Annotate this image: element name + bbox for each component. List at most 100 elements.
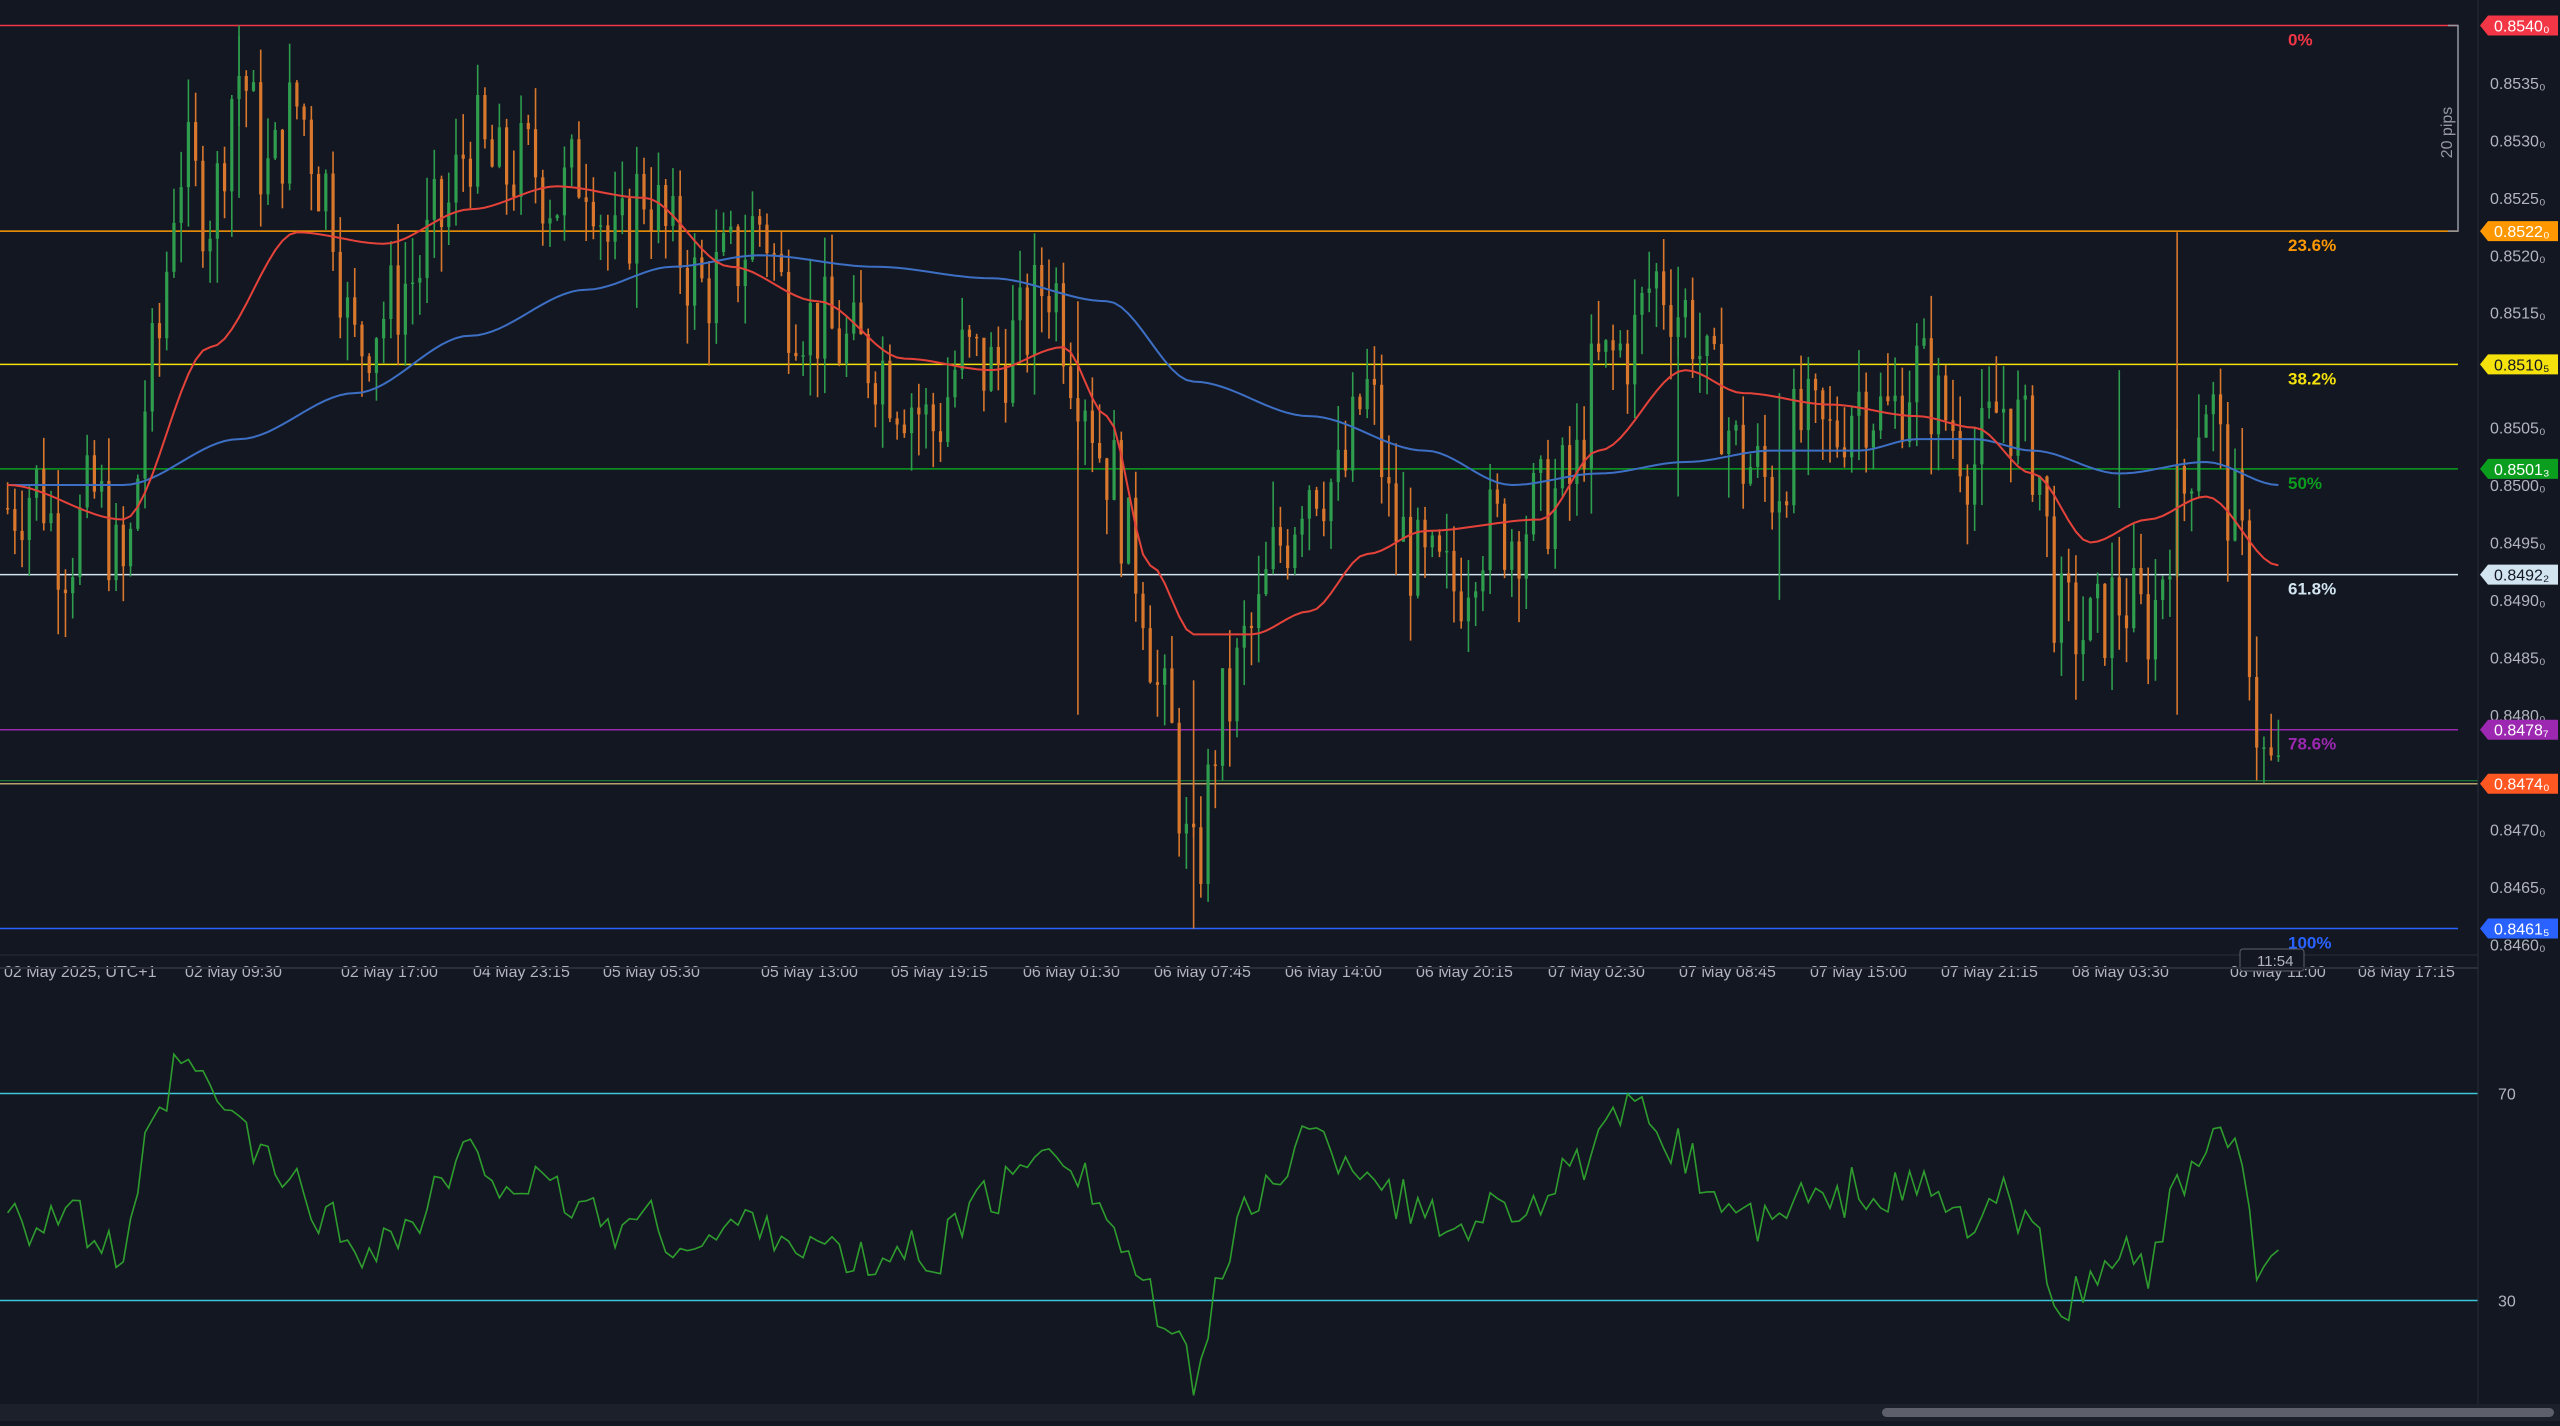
- candle-body: [953, 369, 957, 398]
- candle-body: [280, 129, 285, 184]
- candle-body: [1040, 264, 1044, 297]
- candle-body: [1936, 375, 1941, 435]
- candle-body: [1654, 271, 1659, 289]
- candle-body: [721, 232, 726, 252]
- badge-text: 0.8461₅: [2494, 921, 2549, 938]
- current-price-badge[interactable]: 0.8474₀: [2480, 773, 2558, 794]
- candle-body: [2059, 573, 2064, 643]
- candle-body: [700, 257, 704, 279]
- candle-body: [42, 468, 46, 524]
- candle-body: [1474, 591, 1478, 598]
- candle-body: [1785, 501, 1789, 506]
- time-axis[interactable]: 02 May 2025, UTC+1 02 May 09:30 02 May 17:…: [0, 948, 2478, 981]
- candle-body: [555, 215, 559, 219]
- time-tick-label: 08 May 03:30: [2072, 964, 2169, 981]
- candle-body: [345, 297, 350, 318]
- price-level-badge[interactable]: 0.8478₇: [2480, 719, 2558, 740]
- time-tick-label: 06 May 01:30: [1023, 964, 1120, 981]
- price-tick-label: 0.8465₀: [2490, 880, 2546, 897]
- candle-body: [2276, 755, 2280, 757]
- candle-body: [505, 127, 509, 185]
- price-level-badge[interactable]: 0.8501₃: [2480, 458, 2558, 479]
- price-tick-label: 0.8470₀: [2490, 823, 2546, 840]
- scrollbar-thumb[interactable]: [1882, 1408, 2554, 1417]
- rsi-indicator-pane[interactable]: 70 30: [0, 1052, 2516, 1396]
- time-tick-label: 07 May 02:30: [1548, 964, 1645, 981]
- price-level-badge[interactable]: 0.8461₅: [2480, 918, 2558, 939]
- candle-body: [1546, 459, 1550, 550]
- rsi-line: [6, 1052, 2279, 1396]
- candle-body: [1618, 343, 1622, 351]
- fib-level-label: 50%: [2288, 474, 2322, 493]
- measure-label: 20 pips: [2439, 107, 2456, 159]
- candle-body: [215, 163, 219, 239]
- candle-body: [938, 431, 943, 443]
- candle-body: [1907, 402, 1912, 442]
- price-tick-label: 0.8460₀: [2490, 938, 2546, 955]
- candle-body: [1423, 519, 1427, 548]
- candle-body: [1987, 401, 1991, 409]
- candle-body: [1813, 378, 1818, 391]
- badge-text: 0.8501₃: [2494, 462, 2549, 479]
- fibonacci-retracement[interactable]: 0%23.6%38.2%50%61.8%78.6%100%: [0, 24, 2478, 952]
- price-level-badge[interactable]: 0.8510₅: [2480, 354, 2558, 375]
- candle-body: [1408, 516, 1413, 596]
- price-level-badge[interactable]: 0.8540₀: [2480, 15, 2558, 35]
- candle-body: [1054, 283, 1058, 313]
- candle-body: [360, 324, 364, 357]
- candle-body: [1683, 300, 1687, 318]
- candle-body: [1495, 489, 1499, 504]
- candle-body: [881, 360, 885, 405]
- price-tick-label: 0.8485₀: [2490, 650, 2546, 667]
- candle-body: [468, 158, 473, 187]
- candle-body: [1271, 527, 1275, 570]
- candle-body: [678, 196, 682, 268]
- candle-body: [1235, 647, 1239, 722]
- candle-body: [1965, 476, 1970, 505]
- candle-body: [1625, 343, 1630, 385]
- candle-body: [599, 225, 603, 227]
- candle-body: [815, 302, 820, 359]
- candle-body: [1944, 375, 1948, 421]
- candle-body: [374, 338, 379, 374]
- price-axis[interactable]: 0.8535₀ 0.8530₀ 0.8525₀ 0.8520₀ 0.8515₀ 0.850…: [2480, 15, 2558, 955]
- candle-body: [613, 215, 617, 242]
- candle-body: [1025, 287, 1029, 355]
- candle-body: [1343, 449, 1348, 471]
- candle-body: [454, 154, 458, 203]
- candle-body: [2226, 424, 2230, 541]
- candle-body: [353, 297, 357, 325]
- candle-body: [1669, 305, 1673, 337]
- candle-body: [201, 160, 205, 252]
- candle-body: [230, 99, 234, 192]
- candle-body: [1134, 497, 1138, 594]
- candle-body: [1445, 550, 1449, 553]
- time-tick-label: 02 May 09:30: [185, 964, 282, 981]
- candle-body: [873, 383, 878, 405]
- candle-body: [1293, 534, 1297, 569]
- candle-body: [1900, 395, 1904, 442]
- fib-level-label: 61.8%: [2288, 580, 2336, 599]
- pip-measure-tool[interactable]: 20 pips: [2439, 24, 2459, 232]
- candle-body: [1286, 545, 1290, 569]
- candle-body: [917, 407, 921, 415]
- candle-body: [1206, 764, 1210, 885]
- candle-body: [208, 238, 212, 252]
- candle-body: [620, 198, 624, 216]
- candle-body: [570, 139, 574, 168]
- candle-body: [787, 272, 791, 353]
- candle-body: [1871, 430, 1876, 448]
- candle-body: [2038, 476, 2042, 495]
- price-level-badge[interactable]: 0.8492₂: [2480, 564, 2558, 585]
- candle-body: [324, 173, 328, 212]
- candle-body: [1351, 396, 1355, 471]
- candle-body: [1835, 420, 1839, 448]
- price-level-badge[interactable]: 0.8522₀: [2480, 221, 2558, 242]
- candle-body: [2153, 599, 2158, 660]
- candle-body: [20, 530, 24, 541]
- candle-body: [128, 528, 133, 567]
- candle-body: [844, 333, 849, 364]
- trading-chart[interactable]: 0%23.6%38.2%50%61.8%78.6%100% 0.8535₀0.8…: [0, 0, 2560, 1421]
- candle-body: [664, 185, 668, 226]
- chart-workspace[interactable]: 0% 23.6% 38.2% 50% 61.8% 78.6% 100% 0.8535₀ 0.8…: [0, 0, 2560, 1421]
